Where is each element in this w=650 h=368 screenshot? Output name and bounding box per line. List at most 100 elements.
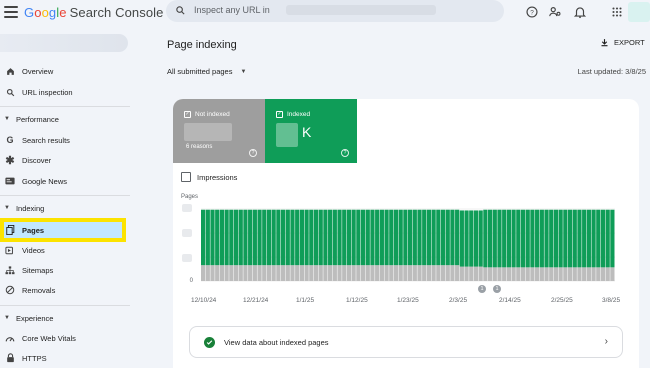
- bar-not-indexed[interactable]: [370, 265, 375, 281]
- bar-indexed[interactable]: [511, 209, 516, 268]
- bar-not-indexed[interactable]: [243, 265, 248, 281]
- bar-indexed[interactable]: [248, 209, 253, 266]
- bar-not-indexed[interactable]: [384, 265, 389, 281]
- bar-not-indexed[interactable]: [280, 265, 286, 281]
- bar-indexed[interactable]: [558, 209, 563, 268]
- bar-not-indexed[interactable]: [346, 265, 352, 281]
- bar-not-indexed[interactable]: [539, 267, 544, 281]
- bar-not-indexed[interactable]: [210, 265, 215, 281]
- bar-not-indexed[interactable]: [469, 266, 474, 281]
- bar-not-indexed[interactable]: [445, 265, 450, 281]
- bar-indexed[interactable]: [408, 209, 413, 266]
- help-icon[interactable]: ?: [341, 149, 349, 157]
- bar-not-indexed[interactable]: [591, 267, 596, 281]
- bar-not-indexed[interactable]: [205, 265, 210, 281]
- bar-indexed[interactable]: [351, 209, 356, 266]
- bar-not-indexed[interactable]: [605, 267, 610, 281]
- bar-not-indexed[interactable]: [365, 265, 370, 281]
- bar-indexed[interactable]: [464, 210, 469, 267]
- bar-not-indexed[interactable]: [398, 265, 403, 281]
- bar-indexed[interactable]: [219, 209, 225, 266]
- bar-indexed[interactable]: [257, 209, 262, 266]
- bar-indexed[interactable]: [417, 209, 422, 266]
- bar-indexed[interactable]: [318, 209, 323, 266]
- bar-indexed[interactable]: [412, 209, 417, 266]
- bar-not-indexed[interactable]: [215, 265, 220, 281]
- bar-indexed[interactable]: [567, 209, 573, 268]
- bar-not-indexed[interactable]: [600, 267, 606, 281]
- apps-grid-icon[interactable]: [610, 5, 624, 19]
- bar-not-indexed[interactable]: [436, 265, 441, 281]
- bar-indexed[interactable]: [487, 209, 493, 268]
- bar-not-indexed[interactable]: [248, 265, 253, 281]
- bar-indexed[interactable]: [262, 209, 267, 266]
- bar-not-indexed[interactable]: [233, 265, 239, 281]
- url-inspection-search[interactable]: Inspect any URL in: [166, 0, 504, 22]
- bar-indexed[interactable]: [502, 209, 507, 268]
- bar-indexed[interactable]: [535, 209, 540, 268]
- sidebar-item-search-results[interactable]: G Search results: [0, 131, 124, 149]
- sidebar-item-core-web-vitals[interactable]: Core Web Vitals: [0, 329, 124, 347]
- bar-indexed[interactable]: [426, 209, 432, 266]
- bar-indexed[interactable]: [596, 209, 601, 268]
- bar-indexed[interactable]: [323, 209, 328, 266]
- bar-not-indexed[interactable]: [535, 267, 540, 281]
- bar-indexed[interactable]: [549, 209, 554, 268]
- bar-indexed[interactable]: [389, 209, 394, 266]
- bar-not-indexed[interactable]: [572, 267, 577, 281]
- bar-indexed[interactable]: [431, 209, 436, 266]
- bar-not-indexed[interactable]: [520, 267, 526, 281]
- bar-not-indexed[interactable]: [290, 265, 295, 281]
- bar-indexed[interactable]: [210, 209, 215, 266]
- bar-indexed[interactable]: [370, 209, 375, 266]
- bar-not-indexed[interactable]: [375, 265, 380, 281]
- bar-not-indexed[interactable]: [516, 267, 521, 281]
- bar-not-indexed[interactable]: [323, 265, 328, 281]
- bar-indexed[interactable]: [313, 209, 319, 266]
- bar-not-indexed[interactable]: [266, 265, 272, 281]
- bar-not-indexed[interactable]: [252, 265, 257, 281]
- bar-indexed[interactable]: [356, 209, 361, 266]
- sidebar-item-overview[interactable]: Overview: [0, 62, 124, 80]
- bar-indexed[interactable]: [280, 209, 286, 266]
- sitemap-filter-dropdown[interactable]: All submitted pages ▼: [167, 67, 246, 76]
- bar-indexed[interactable]: [469, 210, 474, 267]
- bar-indexed[interactable]: [506, 209, 511, 268]
- manage-users-icon[interactable]: [548, 5, 562, 19]
- bar-not-indexed[interactable]: [351, 265, 356, 281]
- bar-not-indexed[interactable]: [299, 265, 304, 281]
- bar-not-indexed[interactable]: [403, 265, 408, 281]
- bar-indexed[interactable]: [375, 209, 380, 266]
- bar-indexed[interactable]: [572, 209, 577, 268]
- bar-indexed[interactable]: [290, 209, 295, 266]
- bar-indexed[interactable]: [328, 209, 333, 266]
- section-experience[interactable]: ▼ Experience: [0, 311, 53, 325]
- not-indexed-tile[interactable]: ✓ Not indexed 6 reasons ?: [173, 99, 265, 163]
- bar-not-indexed[interactable]: [262, 265, 267, 281]
- bar-not-indexed[interactable]: [271, 265, 276, 281]
- bar-not-indexed[interactable]: [295, 265, 300, 281]
- help-icon[interactable]: ?: [525, 5, 539, 19]
- bar-indexed[interactable]: [215, 209, 220, 266]
- chart-annotation-marker[interactable]: 1: [478, 285, 486, 293]
- bar-not-indexed[interactable]: [417, 265, 422, 281]
- bar-not-indexed[interactable]: [549, 267, 554, 281]
- bar-not-indexed[interactable]: [487, 267, 493, 281]
- bar-indexed[interactable]: [525, 209, 530, 268]
- account-avatar[interactable]: [628, 2, 650, 22]
- bar-not-indexed[interactable]: [285, 265, 290, 281]
- bar-not-indexed[interactable]: [525, 267, 530, 281]
- bar-indexed[interactable]: [229, 209, 234, 266]
- bar-indexed[interactable]: [299, 209, 304, 266]
- bar-not-indexed[interactable]: [393, 265, 399, 281]
- view-indexed-pages-link[interactable]: View data about indexed pages ›: [189, 326, 623, 358]
- bar-not-indexed[interactable]: [459, 266, 464, 281]
- bar-indexed[interactable]: [478, 210, 483, 267]
- menu-icon[interactable]: [4, 6, 18, 18]
- bar-not-indexed[interactable]: [464, 266, 469, 281]
- bar-not-indexed[interactable]: [497, 267, 502, 281]
- impressions-toggle[interactable]: Impressions: [181, 172, 237, 182]
- bar-not-indexed[interactable]: [511, 267, 516, 281]
- bar-not-indexed[interactable]: [276, 265, 281, 281]
- bar-indexed[interactable]: [582, 209, 587, 268]
